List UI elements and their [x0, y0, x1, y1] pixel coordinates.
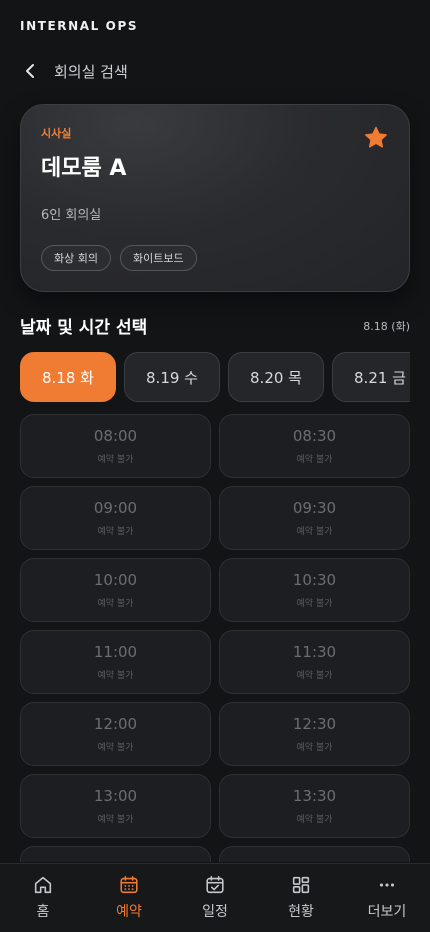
room-capacity: 6인 회의실	[41, 208, 102, 223]
chevron-left-icon	[26, 64, 34, 78]
bottom-tab-bar: 홈 예약 일정 현황 더보기	[0, 863, 430, 932]
room-card: 시사실 데모룸 A 6인 회의실 화상 회의 화이트보드	[20, 104, 410, 292]
home-icon	[34, 876, 52, 894]
time-slot[interactable]: 08:30 예약 불가	[219, 414, 410, 478]
time-slot[interactable]: 09:30 예약 불가	[219, 486, 410, 550]
slot-time: 08:30	[292, 427, 337, 445]
slot-time: 13:00	[93, 787, 138, 805]
slot-time: 09:00	[93, 499, 138, 517]
slot-time: 13:30	[292, 787, 337, 805]
selected-date-label: 8.18 (화)	[363, 320, 410, 333]
dashboard-icon	[292, 876, 310, 894]
slot-time: 11:00	[93, 643, 138, 661]
app-brand: INTERNAL OPS	[20, 19, 139, 33]
time-slot[interactable]: 12:30 예약 불가	[219, 702, 410, 766]
time-slot[interactable]: 14:30예약 불가	[219, 846, 410, 862]
time-slot[interactable]: 14:00예약 불가	[20, 846, 211, 862]
tab-label: 현황	[288, 904, 314, 920]
date-chip-0820[interactable]: 8.20 목	[228, 352, 324, 402]
tab-label: 일정	[202, 904, 228, 920]
slot-time: 09:30	[292, 499, 337, 517]
time-slot[interactable]: 09:00 예약 불가	[20, 486, 211, 550]
room-name: 데모룸 A	[41, 156, 127, 181]
slot-time: 12:00	[93, 715, 138, 733]
tab-label: 홈	[36, 904, 50, 920]
slot-time: 10:30	[292, 571, 337, 589]
tab-status[interactable]: 현황	[258, 864, 344, 932]
time-slot[interactable]: 13:00 예약 불가	[20, 774, 211, 838]
back-button[interactable]	[20, 58, 40, 84]
slot-status: 예약 불가	[97, 527, 134, 537]
slot-time: 08:00	[93, 427, 138, 445]
more-icon	[379, 883, 395, 887]
slot-status: 예약 불가	[296, 671, 333, 681]
star-icon	[365, 126, 387, 148]
slot-status: 예약 불가	[296, 743, 333, 753]
tab-home[interactable]: 홈	[0, 864, 86, 932]
time-slot[interactable]: 10:00 예약 불가	[20, 558, 211, 622]
room-tags: 화상 회의 화이트보드	[41, 245, 197, 271]
slot-status: 예약 불가	[97, 815, 134, 825]
time-slot[interactable]: 12:00 예약 불가	[20, 702, 211, 766]
time-slot[interactable]: 13:30 예약 불가	[219, 774, 410, 838]
tab-label: 예약	[116, 904, 142, 920]
slot-time: 10:00	[93, 571, 138, 589]
tag-video-conference: 화상 회의	[41, 245, 111, 271]
time-slot[interactable]: 10:30 예약 불가	[219, 558, 410, 622]
slot-status: 예약 불가	[296, 527, 333, 537]
page-title: 회의실 검색	[54, 62, 128, 81]
slot-status: 예약 불가	[296, 455, 333, 465]
slot-status: 예약 불가	[97, 671, 134, 681]
date-selector[interactable]: 8.18 화 8.19 수 8.20 목 8.21 금	[20, 352, 410, 402]
slot-status: 예약 불가	[97, 455, 134, 465]
time-slot-list[interactable]: 08:00 예약 불가 08:30 예약 불가 09:00 예약 불가 09:30 예약 불가…	[20, 414, 410, 862]
favorite-button[interactable]	[363, 125, 389, 151]
date-chip-0818[interactable]: 8.18 화	[20, 352, 116, 402]
slot-time: 11:30	[292, 643, 337, 661]
date-chip-0819[interactable]: 8.19 수	[124, 352, 220, 402]
tab-reserve[interactable]: 예약	[86, 864, 172, 932]
slot-status: 예약 불가	[296, 815, 333, 825]
nav-bar: 회의실 검색	[20, 58, 128, 84]
section-title: 날짜 및 시간 선택	[20, 318, 148, 338]
tab-more[interactable]: 더보기	[344, 864, 430, 932]
tab-label: 더보기	[367, 904, 407, 920]
tag-whiteboard: 화이트보드	[119, 245, 197, 271]
time-slot[interactable]: 08:00 예약 불가	[20, 414, 211, 478]
time-slot[interactable]: 11:00 예약 불가	[20, 630, 211, 694]
tab-schedule[interactable]: 일정	[172, 864, 258, 932]
slot-status: 예약 불가	[296, 599, 333, 609]
slot-status: 예약 불가	[97, 743, 134, 753]
slot-time: 14:00	[94, 859, 137, 862]
slot-time: 12:30	[292, 715, 337, 733]
time-slot[interactable]: 11:30 예약 불가	[219, 630, 410, 694]
date-chip-0821[interactable]: 8.21 금	[332, 352, 410, 402]
slot-time: 14:30	[293, 859, 336, 862]
slot-status: 예약 불가	[97, 599, 134, 609]
room-category: 시사실	[41, 127, 72, 140]
calendar-icon	[120, 875, 138, 894]
calendar-check-icon	[206, 875, 224, 894]
